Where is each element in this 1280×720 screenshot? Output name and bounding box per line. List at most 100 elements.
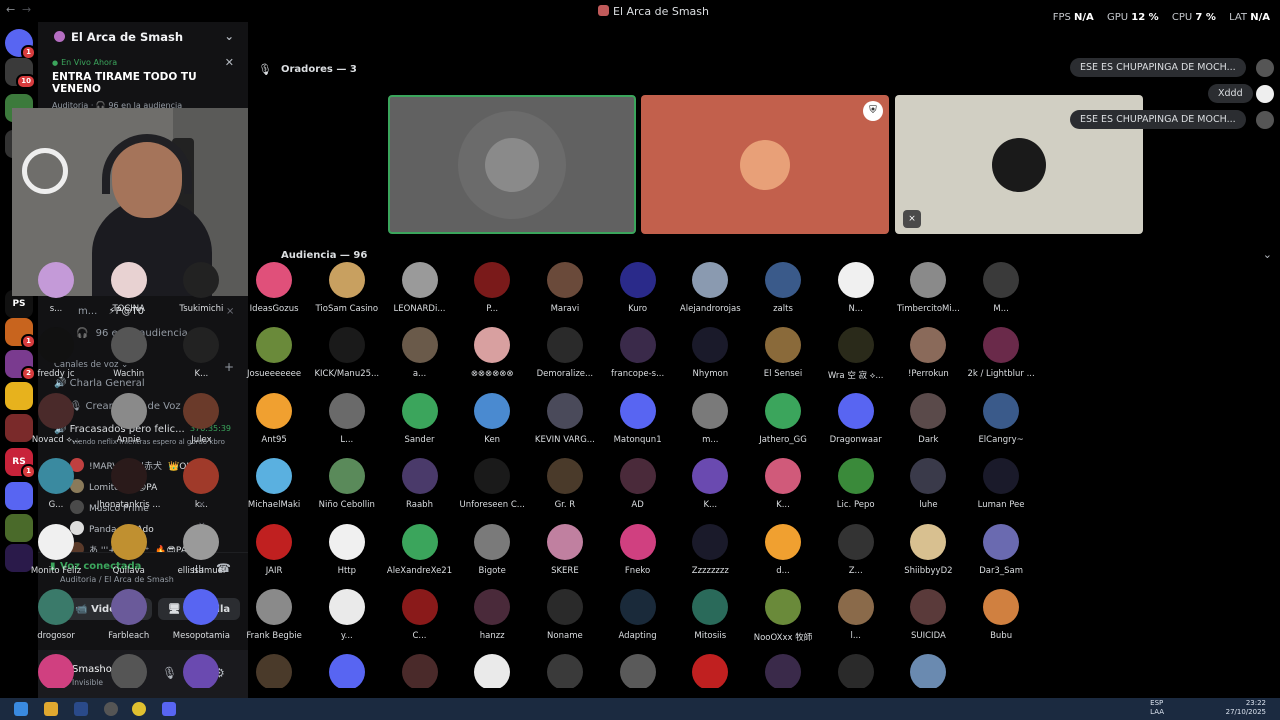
audience-member[interactable]: !Perrokun: [892, 327, 964, 379]
audience-member[interactable]: NooOXxx 牧師: [747, 589, 819, 643]
audience-member[interactable]: SKERE: [529, 523, 601, 576]
server-icon[interactable]: 10: [5, 58, 36, 89]
audience-member[interactable]: Jhonatankris ...: [93, 458, 165, 510]
audience-member[interactable]: MichaelMaki: [238, 458, 310, 510]
audience-member[interactable]: Matonqun1: [602, 392, 674, 445]
audience-member[interactable]: Wachin: [93, 327, 165, 379]
audience-member[interactable]: C...: [384, 589, 456, 641]
audience-member[interactable]: G...: [20, 458, 92, 510]
audience-member[interactable]: TimbercitoMi...: [892, 262, 964, 314]
audience-member[interactable]: s...: [20, 262, 92, 314]
audience-member[interactable]: [238, 654, 310, 689]
audience-member[interactable]: ⊗⊗⊗⊗⊗⊗: [456, 327, 528, 379]
audience-member[interactable]: [529, 654, 601, 689]
audience-member[interactable]: Dragonwaar: [820, 392, 892, 445]
avatar[interactable]: [1256, 59, 1274, 77]
audience-member[interactable]: TOCINA: [93, 262, 165, 314]
back-arrow-icon[interactable]: ←: [6, 3, 15, 16]
audience-member[interactable]: JAIR: [238, 523, 310, 576]
language-indicator[interactable]: ESP LAA: [1150, 699, 1164, 717]
audience-member[interactable]: Dark: [892, 392, 964, 445]
audience-member[interactable]: Bigote: [456, 523, 528, 576]
audience-member[interactable]: L...: [311, 392, 383, 445]
audience-member[interactable]: freddy jc: [20, 327, 92, 379]
audience-member[interactable]: K...: [674, 458, 746, 510]
avatar[interactable]: [1256, 85, 1274, 103]
audience-member[interactable]: Unforeseen C...: [456, 458, 528, 510]
audience-member[interactable]: P...: [456, 262, 528, 314]
app-icon[interactable]: [104, 702, 118, 716]
speaker-tile-2[interactable]: ⛨: [641, 95, 889, 234]
audience-member[interactable]: Mesopotamia: [165, 589, 237, 641]
audience-member[interactable]: Quilava: [93, 523, 165, 576]
audience-member[interactable]: Luman Pee: [965, 458, 1037, 510]
audience-member[interactable]: zalts: [747, 262, 819, 314]
audience-member[interactable]: AleXandreXe21: [384, 523, 456, 576]
audience-member[interactable]: K...: [747, 458, 819, 510]
audience-member[interactable]: ElCangry~: [965, 392, 1037, 445]
audience-member[interactable]: 2k / Lightblur ...: [965, 327, 1037, 379]
audience-member[interactable]: Jathero_GG: [747, 392, 819, 445]
audience-member[interactable]: Mitosiis: [674, 589, 746, 641]
audience-member[interactable]: El Sensei: [747, 327, 819, 379]
audience-member[interactable]: Demoralize...: [529, 327, 601, 379]
avatar[interactable]: [1256, 111, 1274, 129]
audience-member[interactable]: [20, 654, 92, 689]
speaker-tile-1[interactable]: [388, 95, 636, 234]
audience-member[interactable]: Sander: [384, 392, 456, 445]
chevron-down-icon[interactable]: ⌄: [1263, 248, 1272, 261]
audience-member[interactable]: Farbleach: [93, 589, 165, 641]
audience-member[interactable]: [747, 654, 819, 689]
audience-member[interactable]: Http: [311, 523, 383, 576]
audience-member[interactable]: Noname: [529, 589, 601, 641]
audience-member[interactable]: N...: [820, 262, 892, 314]
close-icon[interactable]: ✕: [225, 56, 234, 69]
audience-member[interactable]: Fneko: [602, 523, 674, 576]
audience-member[interactable]: [93, 654, 165, 689]
audience-member[interactable]: Ken: [456, 392, 528, 445]
audience-member[interactable]: Niño Cebollin: [311, 458, 383, 510]
audience-member[interactable]: Bubu: [965, 589, 1037, 641]
audience-member[interactable]: IdeasGozus: [238, 262, 310, 314]
audience-member[interactable]: Lic. Pepo: [820, 458, 892, 510]
server-icon[interactable]: 1: [5, 29, 36, 60]
audience-member[interactable]: SUICIDA: [892, 589, 964, 641]
audience-member[interactable]: Josueeeeeee: [238, 327, 310, 379]
audience-member[interactable]: Alejandrorojas: [674, 262, 746, 314]
chrome-icon[interactable]: [132, 702, 146, 716]
audience-member[interactable]: l...: [820, 589, 892, 641]
audience-member[interactable]: [602, 654, 674, 689]
audience-member[interactable]: LEONARDi...: [384, 262, 456, 314]
audience-member[interactable]: TioSam Casino: [311, 262, 383, 314]
audience-member[interactable]: Dar3_Sam: [965, 523, 1037, 576]
audience-member[interactable]: K...: [165, 327, 237, 379]
forward-arrow-icon[interactable]: →: [22, 3, 31, 16]
audience-member[interactable]: Kuro: [602, 262, 674, 314]
audience-member[interactable]: [892, 654, 964, 689]
audience-member[interactable]: [311, 654, 383, 689]
audience-member[interactable]: Ant95: [238, 392, 310, 445]
audience-member[interactable]: ShiibbyyD2: [892, 523, 964, 576]
audience-member[interactable]: KICK/Manu25...: [311, 327, 383, 379]
audience-member[interactable]: [384, 654, 456, 689]
audience-member[interactable]: luhe: [892, 458, 964, 510]
audience-member[interactable]: [674, 654, 746, 689]
server-header[interactable]: El Arca de Smash ⌄: [38, 22, 248, 52]
store-icon[interactable]: [74, 702, 88, 716]
audience-member[interactable]: Wra 空 寂 ⟡...: [820, 327, 892, 381]
audience-member[interactable]: hanzz: [456, 589, 528, 641]
audience-member[interactable]: [456, 654, 528, 689]
windows-start-icon[interactable]: [14, 702, 28, 716]
audience-member[interactable]: Tsukimichi: [165, 262, 237, 314]
audience-member[interactable]: Raabh: [384, 458, 456, 510]
audience-member[interactable]: Annie: [93, 392, 165, 445]
audience-member[interactable]: y...: [311, 589, 383, 641]
audience-member[interactable]: Zzzzzzzz: [674, 523, 746, 576]
audience-member[interactable]: KEVIN VARG...: [529, 392, 601, 445]
clock[interactable]: 23:22 27/10/2025: [1226, 699, 1266, 717]
audience-member[interactable]: Gr. R: [529, 458, 601, 510]
audience-member[interactable]: Julex: [165, 392, 237, 445]
audience-member[interactable]: ellissamuel: [165, 523, 237, 576]
audience-member[interactable]: Novacd ⟡...: [20, 392, 92, 445]
audience-member[interactable]: Frank Begbie: [238, 589, 310, 641]
